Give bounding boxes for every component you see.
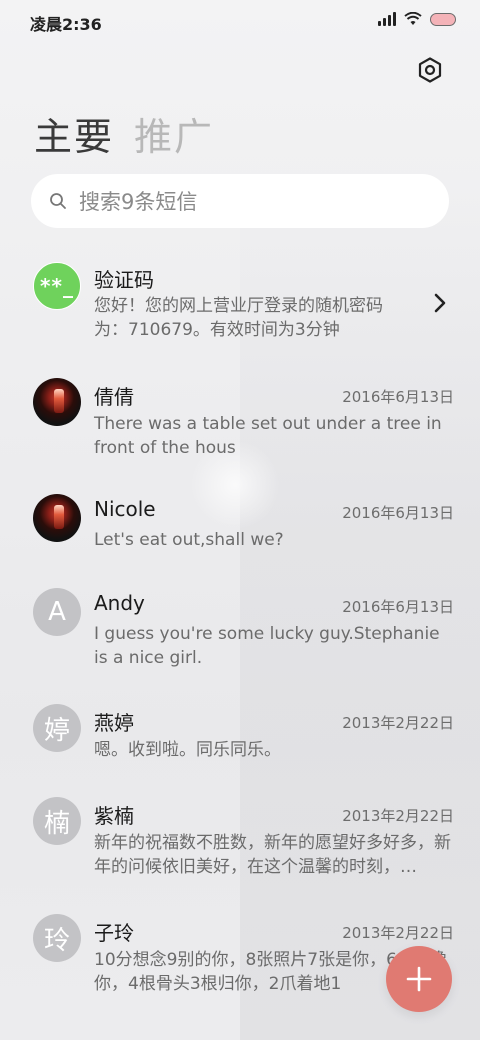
status-icons (378, 12, 456, 26)
status-time: 凌晨2:36 (30, 15, 102, 34)
message-date: 2013年2月22日 (342, 807, 454, 825)
sender-name: 子玲 (94, 921, 134, 945)
avatar-letter: A (48, 597, 66, 627)
avatar-letter: 玲 (43, 925, 70, 956)
status-bar: 凌晨2:36 (0, 0, 480, 42)
wifi-icon (404, 12, 422, 25)
tab-bar: 主要 推广 (34, 106, 214, 161)
message-date: 2013年2月22日 (342, 924, 454, 942)
sender-name: 燕婷 (94, 711, 134, 735)
avatar-letter: 婷 (43, 715, 70, 746)
search-bar[interactable]: 搜索9条短信 (31, 174, 449, 228)
settings-button[interactable] (414, 54, 446, 86)
avatar: 玲 (33, 914, 81, 962)
sender-name: Nicole (94, 497, 156, 521)
search-placeholder: 搜索9条短信 (79, 190, 198, 214)
message-preview: Let's eat out,shall we? (94, 530, 284, 550)
chevron-right-icon[interactable] (432, 292, 448, 314)
plus-icon (406, 966, 432, 992)
avatar: 婷 (33, 704, 81, 752)
settings-icon (418, 57, 442, 83)
message-item[interactable]: A Andy 2016年6月13日 I guess you're some lu… (0, 584, 480, 680)
message-date: 2013年2月22日 (342, 714, 454, 732)
message-preview: 新年的祝福数不胜数，新年的愿望好多好多，新年的问候依旧美好，在这个温馨的时刻，… (94, 833, 451, 877)
avatar: A (33, 588, 81, 636)
message-date: 2016年6月13日 (342, 598, 454, 616)
message-date: 2016年6月13日 (342, 388, 454, 406)
avatar-letter: 楠 (43, 808, 70, 839)
search-icon (50, 193, 66, 209)
avatar: **_ (33, 262, 81, 310)
sender-name: 验证码 (94, 268, 154, 292)
new-message-button[interactable] (386, 946, 452, 1012)
message-preview: There was a table set out under a tree i… (94, 414, 442, 458)
avatar-photo (33, 378, 81, 426)
message-item[interactable]: 楠 紫楠 2013年2月22日 新年的祝福数不胜数，新年的愿望好多好多，新年的问… (0, 793, 480, 889)
signal-icon (378, 12, 396, 26)
message-item[interactable]: 倩倩 2016年6月13日 There was a table set out … (0, 374, 480, 470)
message-item[interactable]: 婷 燕婷 2013年2月22日 嗯。收到啦。同乐同乐。 (0, 700, 480, 772)
message-preview: I guess you're some lucky guy.Stephanie … (94, 624, 440, 668)
message-item-verification[interactable]: **_ 验证码 您好！您的网上营业厅登录的随机密码为：710679。有效时间为3… (0, 256, 480, 348)
avatar: 楠 (33, 797, 81, 845)
message-item[interactable]: Nicole 2016年6月13日 Let's eat out,shall we… (0, 490, 480, 562)
tab-primary[interactable]: 主要 (34, 106, 114, 161)
avatar-photo (33, 494, 81, 542)
message-date: 2016年6月13日 (342, 504, 454, 522)
sender-name: 倩倩 (94, 385, 134, 409)
message-preview: 嗯。收到啦。同乐同乐。 (94, 740, 281, 760)
sender-name: 紫楠 (94, 804, 134, 828)
tab-promotions[interactable]: 推广 (134, 106, 214, 161)
battery-icon (430, 12, 456, 26)
message-preview: 您好！您的网上营业厅登录的随机密码为：710679。有效时间为3分钟 (94, 296, 383, 340)
avatar-code-text: **_ (40, 274, 74, 298)
sender-name: Andy (94, 591, 145, 615)
